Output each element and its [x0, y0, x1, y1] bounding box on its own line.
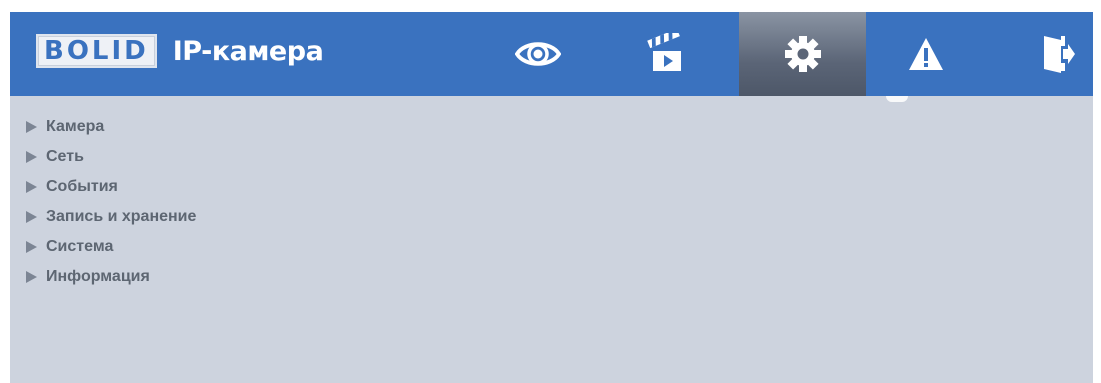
clapperboard-icon	[647, 33, 681, 71]
expand-arrow-icon	[26, 241, 37, 253]
exit-door-icon	[1044, 36, 1075, 73]
eye-icon	[515, 42, 561, 66]
menu-item-label: События	[46, 178, 118, 195]
menu-item-label: Система	[46, 238, 114, 255]
expand-arrow-icon	[26, 271, 37, 283]
menu-item-label: Информация	[46, 268, 150, 285]
menu-item-label: Камера	[46, 118, 105, 135]
expand-arrow-icon	[26, 211, 37, 223]
menu-item-information[interactable]: Информация	[26, 262, 306, 292]
expand-arrow-icon	[26, 121, 37, 133]
menu-item-camera[interactable]: Камера	[26, 112, 306, 142]
logo: BOLID IP-камера	[36, 34, 324, 68]
nav-playback-button[interactable]	[630, 12, 702, 96]
expand-arrow-icon	[26, 151, 37, 163]
bolid-logo: BOLID	[36, 34, 157, 68]
menu-item-record-storage[interactable]: Запись и хранение	[26, 202, 306, 232]
top-bar: BOLID IP-камера	[10, 12, 1093, 96]
menu-item-label: Запись и хранение	[46, 208, 197, 225]
nav-live-view-button[interactable]	[502, 12, 574, 96]
menu-item-network[interactable]: Сеть	[26, 142, 306, 172]
gear-icon	[784, 36, 821, 72]
menu-item-events[interactable]: События	[26, 172, 306, 202]
warning-icon	[909, 38, 943, 70]
nav-alarm-button[interactable]	[896, 12, 956, 96]
menu-item-label: Сеть	[46, 148, 84, 165]
nav-logout-button[interactable]	[1028, 12, 1088, 96]
app-frame: BOLID IP-камера Камера Сеть События Запи…	[10, 12, 1093, 383]
product-title: IP-камера	[172, 35, 324, 67]
bolid-logo-text: BOLID	[44, 36, 149, 66]
expand-arrow-icon	[26, 181, 37, 193]
menu-item-system[interactable]: Система	[26, 232, 306, 262]
nav-settings-button[interactable]	[739, 12, 866, 96]
settings-menu: Камера Сеть События Запись и хранение Си…	[10, 96, 1093, 292]
